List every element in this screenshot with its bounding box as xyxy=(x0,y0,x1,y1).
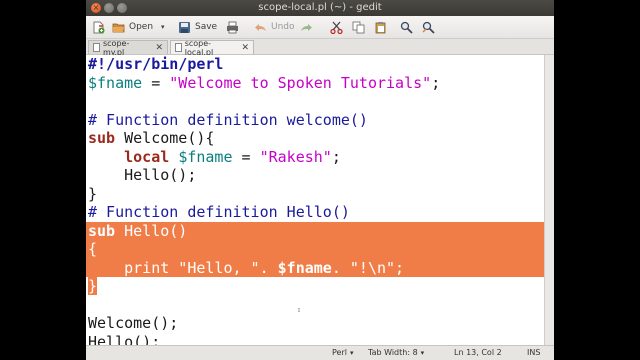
redo-button[interactable] xyxy=(300,19,317,35)
open-folder-icon xyxy=(112,21,125,34)
tab-label: scope-local.pl xyxy=(184,38,214,57)
ibeam-cursor-icon xyxy=(298,308,300,312)
undo-button[interactable]: Undo xyxy=(254,19,295,35)
code-line: # Function definition Hello() xyxy=(88,203,350,221)
open-label: Open xyxy=(129,22,154,32)
vertical-scrollbar[interactable] xyxy=(544,55,554,345)
code-editor[interactable]: #!/usr/bin/perl $fname = "Welcome to Spo… xyxy=(86,55,544,345)
close-tab-icon[interactable]: ✕ xyxy=(241,43,249,53)
status-bar: Perl ▾ Tab Width: 8 ▾ Ln 13, Col 2 INS xyxy=(86,345,554,360)
tab-scope-local[interactable]: scope-local.pl ✕ xyxy=(170,38,254,57)
cursor-position: Ln 13, Col 2 xyxy=(454,348,502,357)
code-line: $fname = "Welcome to Spoken Tutorials"; xyxy=(88,73,441,92)
print-button[interactable] xyxy=(226,19,243,35)
scissors-icon xyxy=(330,21,343,34)
code-line: # Function definition welcome() xyxy=(88,110,368,129)
tab-scope-my[interactable]: scope-my.pl ✕ xyxy=(88,38,168,57)
code-line: Hello(); xyxy=(88,166,197,184)
copy-icon xyxy=(352,21,365,34)
new-document-icon xyxy=(92,21,105,34)
paste-button[interactable] xyxy=(374,19,391,35)
insert-mode: INS xyxy=(527,348,541,357)
find-replace-icon xyxy=(422,21,435,34)
code-line-selected: print "Hello, ". $fname. "!\n"; xyxy=(86,258,544,277)
gedit-window: × scope-local.pl (~) - gedit Open ▾ Save xyxy=(86,0,554,360)
tab-label: scope-my.pl xyxy=(102,38,130,57)
code-line: sub Welcome(){ xyxy=(88,129,215,147)
copy-button[interactable] xyxy=(352,19,369,35)
undo-label: Undo xyxy=(271,22,295,32)
close-tab-icon[interactable]: ✕ xyxy=(155,43,163,53)
window-title: scope-local.pl (~) - gedit xyxy=(258,2,382,13)
paste-clipboard-icon xyxy=(374,21,387,34)
toolbar: Open ▾ Save Undo xyxy=(86,16,554,39)
cut-button[interactable] xyxy=(330,19,347,35)
tab-width-selector[interactable]: Tab Width: 8 ▾ xyxy=(368,346,424,360)
title-bar: × scope-local.pl (~) - gedit xyxy=(86,0,554,16)
open-button[interactable]: Open ▾ xyxy=(112,19,165,35)
save-icon xyxy=(178,21,191,34)
document-tabs: scope-my.pl ✕ scope-local.pl ✕ xyxy=(86,38,554,57)
find-button[interactable] xyxy=(400,19,417,35)
find-replace-button[interactable] xyxy=(422,19,439,35)
code-line-selected: sub Hello() xyxy=(86,221,544,240)
printer-icon xyxy=(226,21,239,34)
document-icon xyxy=(175,43,182,52)
code-line: #!/usr/bin/perl xyxy=(88,55,224,73)
code-line-selected: } xyxy=(88,277,98,295)
code-line: Hello(); xyxy=(88,332,161,346)
language-selector[interactable]: Perl ▾ xyxy=(332,346,354,360)
redo-arrow-icon xyxy=(300,21,313,34)
new-document-button[interactable] xyxy=(92,19,109,35)
code-line: Welcome(); xyxy=(88,314,179,332)
document-icon xyxy=(93,43,100,52)
code-line: local $fname = "Rakesh"; xyxy=(124,147,341,166)
code-line: } xyxy=(88,184,98,203)
open-recent-chevron-icon[interactable]: ▾ xyxy=(161,23,165,31)
undo-arrow-icon xyxy=(254,21,267,34)
save-label: Save xyxy=(195,22,218,32)
code-line-selected: { xyxy=(86,240,544,259)
search-icon xyxy=(400,21,413,34)
save-button[interactable]: Save xyxy=(178,19,217,35)
